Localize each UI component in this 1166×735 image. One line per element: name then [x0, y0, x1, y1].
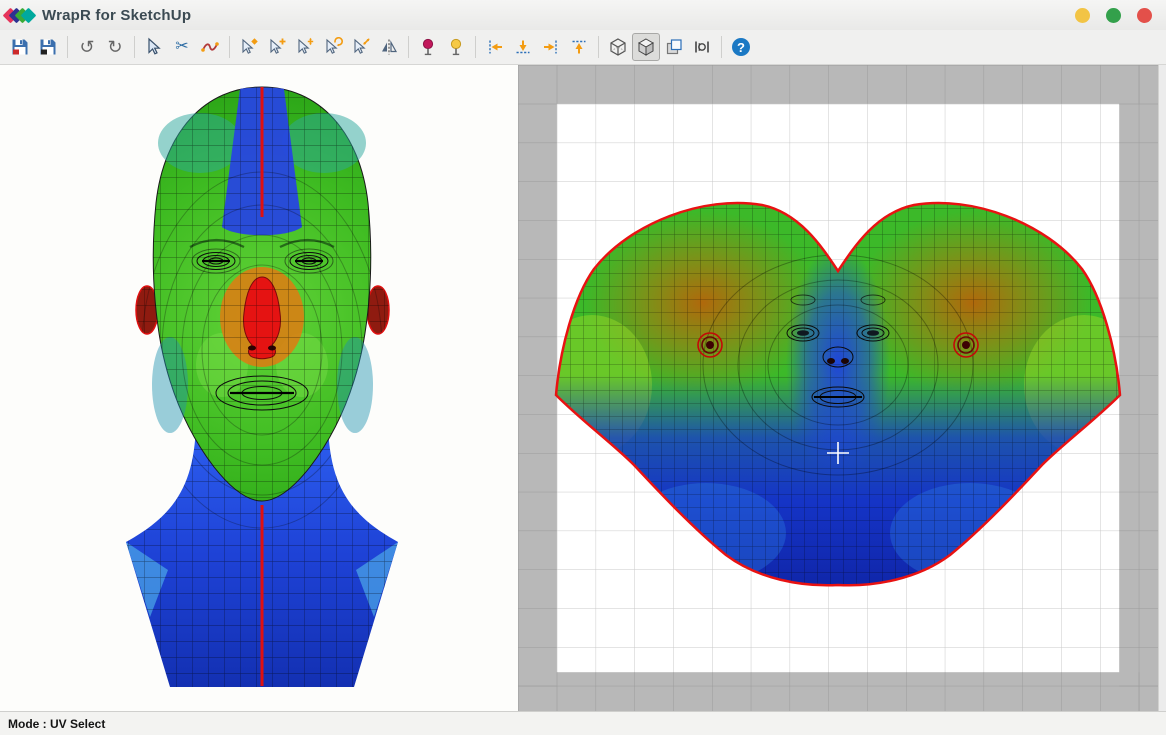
- view-wireframe-icon: [608, 37, 628, 57]
- pin-button[interactable]: [414, 33, 442, 61]
- status-bar: Mode : UV Select: [0, 711, 1166, 735]
- redo-icon: ↻: [107, 38, 122, 56]
- toolbar-separator: [67, 36, 68, 58]
- uv-rotate-tool-button[interactable]: [319, 33, 347, 61]
- unpin-button[interactable]: [442, 33, 470, 61]
- uv-editor-viewport[interactable]: [518, 65, 1158, 711]
- uv-move-tool-button[interactable]: [291, 33, 319, 61]
- weld-icon: [200, 37, 220, 57]
- redo-button[interactable]: ↻: [101, 33, 129, 61]
- window-title: WrapR for SketchUp: [42, 7, 191, 24]
- window-controls: [1075, 8, 1156, 23]
- unpin-icon: [446, 37, 466, 57]
- view-shaded-icon: [636, 37, 656, 57]
- cut-seam-button[interactable]: ✂: [168, 33, 196, 61]
- uv-scale-tool-button[interactable]: [347, 33, 375, 61]
- toolbar-separator: [229, 36, 230, 58]
- maximize-button[interactable]: [1106, 8, 1121, 23]
- ear-ring-right: [954, 333, 978, 357]
- close-button[interactable]: [1137, 8, 1152, 23]
- ear-ring-left: [698, 333, 722, 357]
- save-icon: [10, 37, 30, 57]
- toolbar-separator: [598, 36, 599, 58]
- save-as-button[interactable]: [34, 33, 62, 61]
- app-window: WrapR for SketchUp: [0, 0, 1166, 733]
- pin-icon: [418, 37, 438, 57]
- model-3d-viewport[interactable]: [0, 65, 518, 711]
- align-top-icon: [570, 38, 588, 56]
- select-arrow-icon: [144, 37, 164, 57]
- uv-select-tool-button[interactable]: [235, 33, 263, 61]
- main-toolbar: ↺ ↻ ✂: [0, 30, 1166, 65]
- distortion-scale-icon: [692, 37, 712, 57]
- uv-overlay-button[interactable]: [660, 33, 688, 61]
- uv-flip-icon: [379, 37, 399, 57]
- undo-button[interactable]: ↺: [73, 33, 101, 61]
- save-button[interactable]: [6, 33, 34, 61]
- help-icon: ?: [732, 38, 750, 56]
- toolbar-separator: [721, 36, 722, 58]
- uv-editor-render: [518, 65, 1158, 711]
- align-top-button[interactable]: [565, 33, 593, 61]
- distortion-scale-button[interactable]: [688, 33, 716, 61]
- scissors-icon: ✂: [175, 39, 188, 55]
- save-as-icon: [38, 37, 58, 57]
- mode-status-label: Mode : UV Select: [8, 717, 105, 731]
- align-right-button[interactable]: [537, 33, 565, 61]
- toolbar-separator: [475, 36, 476, 58]
- view-wireframe-button[interactable]: [604, 33, 632, 61]
- toolbar-separator: [408, 36, 409, 58]
- toolbar-separator: [134, 36, 135, 58]
- align-bottom-icon: [514, 38, 532, 56]
- align-right-icon: [542, 38, 560, 56]
- uv-overlay-icon: [664, 37, 684, 57]
- uv-scale-icon: [351, 37, 371, 57]
- undo-icon: ↺: [79, 38, 94, 56]
- uv-rotate-icon: [323, 37, 343, 57]
- uv-add-select-button[interactable]: [263, 33, 291, 61]
- wrapr-logo-icon: [10, 10, 34, 21]
- vertical-scrollbar[interactable]: [1158, 65, 1166, 711]
- content-area: [0, 65, 1166, 711]
- select-tool-button[interactable]: [140, 33, 168, 61]
- uv-move-icon: [295, 37, 315, 57]
- weld-seam-button[interactable]: [196, 33, 224, 61]
- align-bottom-button[interactable]: [509, 33, 537, 61]
- head-model-render: [0, 65, 518, 711]
- minimize-button[interactable]: [1075, 8, 1090, 23]
- title-bar: WrapR for SketchUp: [0, 0, 1166, 30]
- uv-select-icon: [239, 37, 259, 57]
- align-left-button[interactable]: [481, 33, 509, 61]
- help-button[interactable]: ?: [727, 33, 755, 61]
- uv-flip-tool-button[interactable]: [375, 33, 403, 61]
- uv-add-icon: [267, 37, 287, 57]
- view-shaded-button[interactable]: [632, 33, 660, 61]
- align-left-icon: [486, 38, 504, 56]
